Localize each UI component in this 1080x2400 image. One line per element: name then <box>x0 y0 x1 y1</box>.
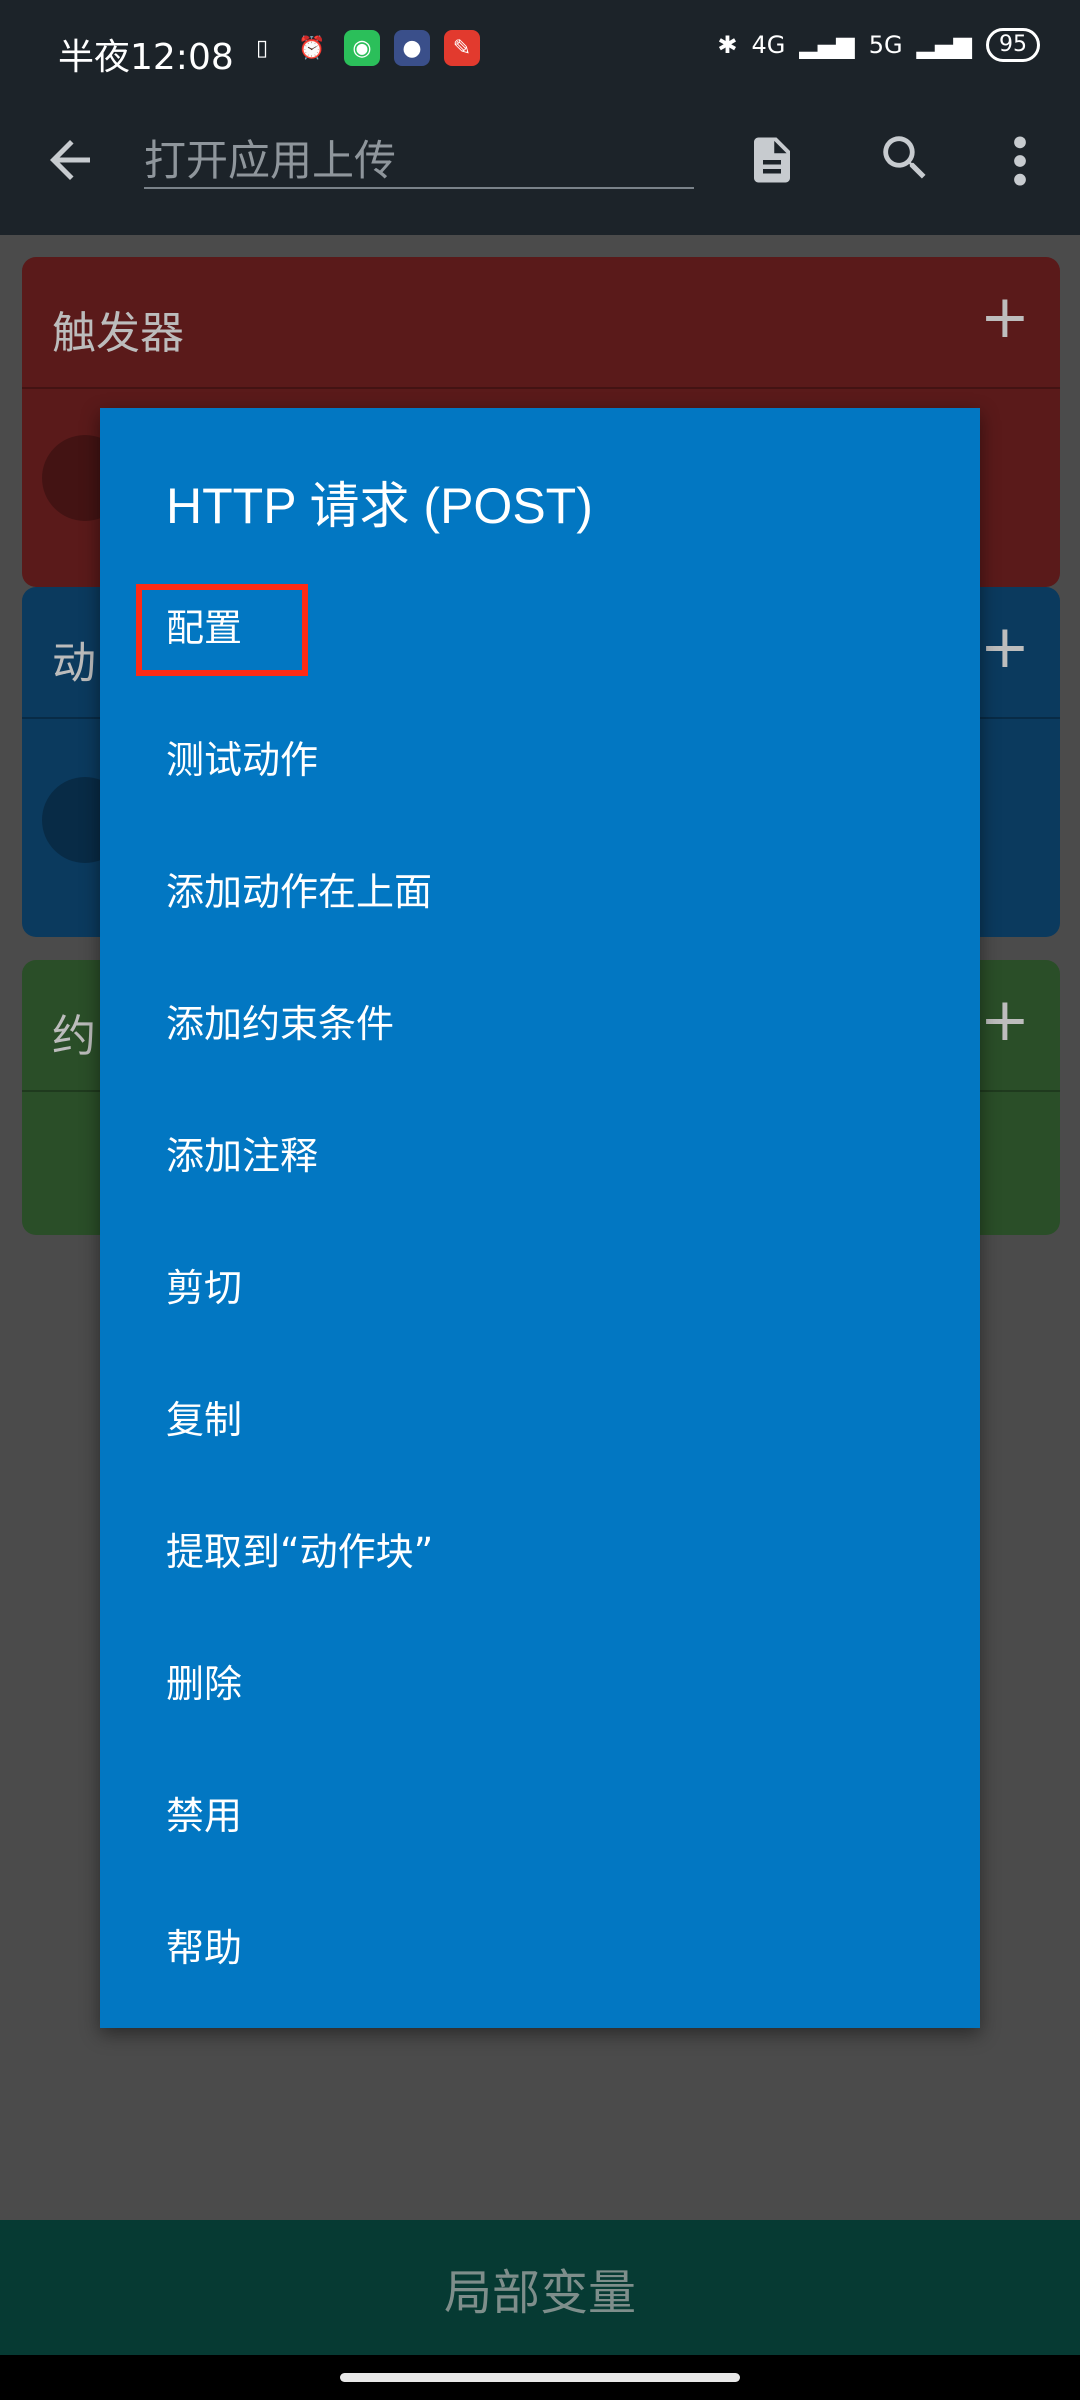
menu-item-test-action[interactable]: 测试动作 <box>166 730 318 790</box>
local-variables-label: 局部变量 <box>443 2264 636 2321</box>
signal-icon-2: ▂▄▆ <box>916 31 972 59</box>
menu-item-add-action-above[interactable]: 添加动作在上面 <box>166 862 432 922</box>
wechat-icon: ◉ <box>344 30 380 66</box>
add-trigger-plus-icon[interactable]: + <box>980 287 1030 347</box>
document-icon[interactable] <box>745 127 799 193</box>
add-constraint-plus-icon[interactable]: + <box>980 990 1030 1050</box>
alarm-icon: ⏰ <box>298 35 326 61</box>
trigger-title: 触发器 <box>52 308 184 359</box>
menu-item-add-constraint[interactable]: 添加约束条件 <box>166 994 394 1054</box>
arrow-left-icon[interactable] <box>40 130 100 190</box>
notification-icons: ▯ ⏰ ◉ ● ✎ <box>244 30 480 66</box>
menu-item-cut[interactable]: 剪切 <box>166 1258 242 1318</box>
menu-item-delete[interactable]: 删除 <box>166 1654 242 1714</box>
action-title: 动 <box>52 638 96 689</box>
battery-icon: 95 <box>986 28 1040 62</box>
highlight-annotation-box <box>136 584 308 676</box>
network-4g-label: 4G <box>751 31 786 59</box>
status-time: 半夜12:08 <box>58 37 234 78</box>
menu-item-extract-action-block[interactable]: 提取到“动作块” <box>166 1522 433 1582</box>
app-bar <box>0 105 1080 235</box>
app-notification-icon: ● <box>394 30 430 66</box>
menu-item-add-comment[interactable]: 添加注释 <box>166 1126 318 1186</box>
status-right: ✱ 4G ▂▄▆ 5G ▂▄▆ 95 <box>717 28 1040 62</box>
status-bar: 半夜12:08 ▯ ⏰ ◉ ● ✎ ✱ 4G ▂▄▆ 5G ▂▄▆ 95 <box>0 0 1080 105</box>
search-icon[interactable] <box>876 129 934 187</box>
menu-item-copy[interactable]: 复制 <box>166 1390 242 1450</box>
more-vert-icon[interactable] <box>1000 129 1040 193</box>
menu-title: HTTP 请求 (POST) <box>166 478 593 534</box>
menu-item-disable[interactable]: 禁用 <box>166 1786 242 1846</box>
macro-name-input[interactable] <box>144 127 694 189</box>
signal-icon: ▂▄▆ <box>799 31 855 59</box>
constraint-title: 约 <box>52 1011 96 1062</box>
bluetooth-icon: ✱ <box>717 31 738 59</box>
menu-item-help[interactable]: 帮助 <box>166 1918 242 1978</box>
local-variables-button[interactable]: 局部变量 <box>0 2220 1080 2355</box>
divider <box>22 387 1060 389</box>
add-action-plus-icon[interactable]: + <box>980 617 1030 677</box>
network-5g-label: 5G <box>868 31 903 59</box>
vibrate-icon: ▯ <box>255 35 269 61</box>
app-red-icon: ✎ <box>444 30 480 66</box>
home-indicator[interactable] <box>340 2373 740 2382</box>
